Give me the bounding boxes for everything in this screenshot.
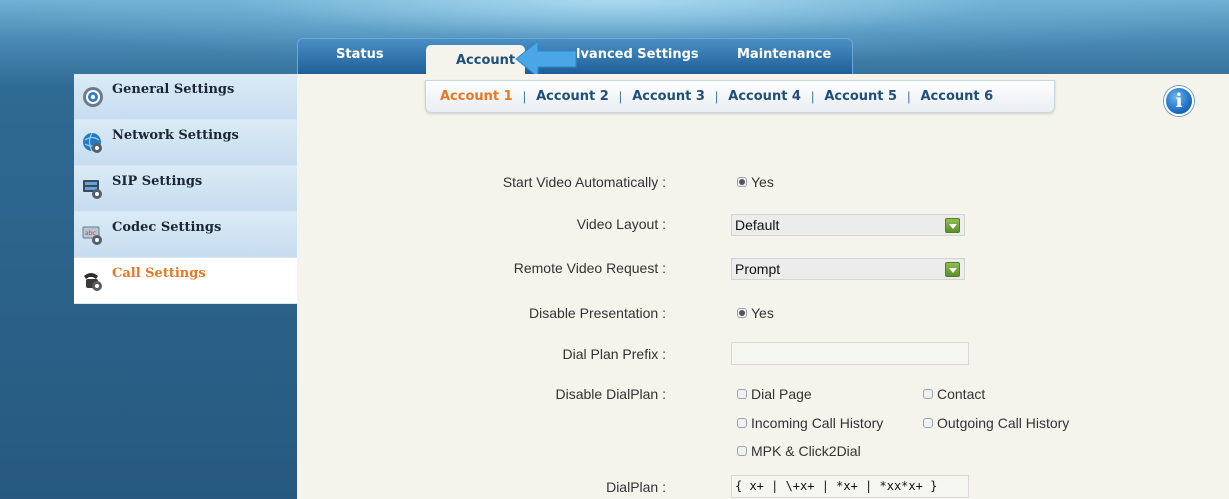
sidebar-item-call-settings[interactable]: Call Settings: [74, 258, 297, 304]
sidebar-item-label: Network Settings: [112, 128, 239, 143]
subtab-account-1[interactable]: Account 1: [440, 89, 513, 104]
main-panel: [297, 74, 1229, 499]
dialplan-option-mpk: MPK & Click2Dial: [737, 443, 861, 459]
sidebar-item-codec-settings[interactable]: abc Codec Settings: [74, 212, 297, 258]
sidebar-item-label: General Settings: [112, 82, 235, 97]
subtab-separator: |: [714, 89, 719, 104]
tab-maintenance[interactable]: Maintenance: [737, 47, 831, 62]
chevron-down-icon[interactable]: [945, 218, 960, 233]
start-video-option-label: Yes: [751, 174, 774, 190]
video-layout-select[interactable]: Default: [731, 214, 965, 236]
sidebar-item-sip-settings[interactable]: SIP Settings: [74, 166, 297, 212]
dialplan-option-incoming-history: Incoming Call History: [737, 415, 883, 431]
settings-sidebar: General Settings Network Settings SIP Se…: [74, 74, 297, 304]
server-gear-icon: [83, 180, 102, 199]
disable-presentation-checkbox[interactable]: [737, 308, 747, 318]
tab-advanced-settings[interactable]: lvanced Settings: [576, 47, 699, 62]
subtab-account-4[interactable]: Account 4: [728, 89, 801, 104]
sidebar-item-label: Call Settings: [112, 266, 206, 281]
contact-label: Contact: [937, 386, 986, 402]
start-video-checkbox[interactable]: [737, 177, 747, 187]
sidebar-item-label: SIP Settings: [112, 174, 203, 189]
subtab-separator: |: [618, 89, 623, 104]
dial-page-label: Dial Page: [751, 386, 812, 402]
remote-video-select[interactable]: Prompt: [731, 258, 965, 280]
outgoing-call-history-label: Outgoing Call History: [937, 415, 1070, 431]
start-video-label: Start Video Automatically :: [502, 174, 666, 190]
contact-checkbox[interactable]: [923, 389, 933, 399]
codec-gear-icon: abc: [82, 226, 102, 245]
dial-plan-prefix-input[interactable]: [731, 342, 969, 365]
dialplan-label: DialPlan :: [606, 479, 666, 495]
tab-status[interactable]: Status: [336, 47, 384, 62]
chevron-down-icon[interactable]: [945, 262, 960, 277]
video-layout-label: Video Layout :: [576, 216, 666, 232]
gear-icon: [83, 87, 103, 107]
mpk-click2dial-checkbox[interactable]: [737, 446, 747, 456]
tab-account[interactable]: Account: [426, 45, 526, 75]
globe-gear-icon: [83, 132, 102, 153]
dialplan-option-outgoing-history: Outgoing Call History: [923, 415, 1069, 431]
dialplan-option-contact: Contact: [923, 386, 985, 402]
outgoing-call-history-checkbox[interactable]: [923, 418, 933, 428]
disable-presentation-label: Disable Presentation :: [529, 305, 666, 321]
video-layout-value: Default: [735, 217, 780, 233]
subtab-account-6[interactable]: Account 6: [920, 89, 993, 104]
subtab-separator: |: [522, 89, 527, 104]
account-subtabs: Account 1 | Account 2 | Account 3 | Acco…: [425, 80, 1055, 113]
remote-video-value: Prompt: [735, 261, 781, 277]
dialplan-input[interactable]: { x+ | \+x+ | *x+ | *xx*x+ }: [731, 475, 969, 498]
pointer-arrow-icon: [515, 39, 577, 79]
incoming-call-history-checkbox[interactable]: [737, 418, 747, 428]
sidebar-item-network-settings[interactable]: Network Settings: [74, 120, 297, 166]
phone-gear-icon: [84, 273, 102, 291]
sidebar-item-label: Codec Settings: [112, 220, 222, 235]
subtab-separator: |: [810, 89, 815, 104]
disable-presentation-option-label: Yes: [751, 305, 774, 321]
remote-video-label: Remote Video Request :: [513, 260, 666, 276]
sidebar-item-general-settings[interactable]: General Settings: [74, 74, 297, 120]
disable-dialplan-label: Disable DialPlan :: [555, 386, 667, 402]
mpk-click2dial-label: MPK & Click2Dial: [751, 443, 861, 459]
disable-presentation-option: Yes: [737, 305, 774, 321]
dial-page-checkbox[interactable]: [737, 389, 747, 399]
subtab-account-5[interactable]: Account 5: [824, 89, 897, 104]
incoming-call-history-label: Incoming Call History: [751, 415, 884, 431]
dialplan-option-dial-page: Dial Page: [737, 386, 812, 402]
info-icon[interactable]: i: [1164, 86, 1194, 116]
subtab-account-3[interactable]: Account 3: [632, 89, 705, 104]
subtab-account-2[interactable]: Account 2: [536, 89, 609, 104]
start-video-option: Yes: [737, 174, 774, 190]
dial-plan-prefix-label: Dial Plan Prefix :: [562, 346, 666, 362]
subtab-separator: |: [907, 89, 911, 104]
